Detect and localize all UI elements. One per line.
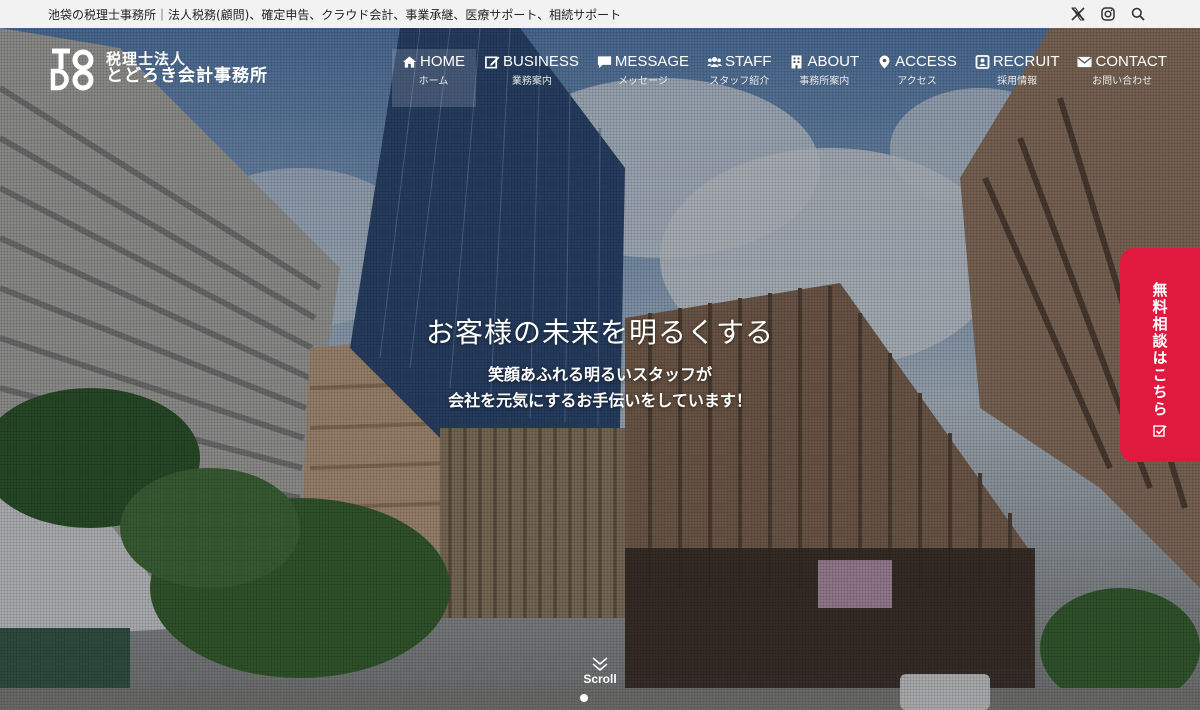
- envelope-icon: [1077, 56, 1093, 67]
- nav-home-label: HOME: [420, 53, 465, 70]
- hero-subtitle-line2: 会社を元気にするお手伝いをしています！: [448, 391, 752, 410]
- nav-home-sublabel: ホーム: [418, 76, 449, 87]
- nav-recruit-label: RECRUIT: [992, 53, 1060, 70]
- scroll-indicator[interactable]: Scroll: [572, 656, 628, 686]
- nav-recruit-sublabel: 採用情報: [997, 76, 1038, 87]
- nav-message[interactable]: MESSAGE メッセージ: [588, 49, 698, 107]
- nav-message-label: MESSAGE: [614, 53, 690, 70]
- map-pin-icon: [879, 55, 890, 68]
- nav-business[interactable]: BUSINESS 業務案内: [476, 49, 588, 107]
- nav-staff[interactable]: STAFF スタッフ紹介: [698, 49, 780, 107]
- nav-access-label: ACCESS: [895, 53, 957, 70]
- nav-home[interactable]: HOME ホーム: [392, 49, 476, 107]
- home-icon: [402, 55, 417, 68]
- todo-logo-mark: [50, 48, 94, 91]
- nav-staff-sublabel: スタッフ紹介: [709, 76, 770, 87]
- nav-contact[interactable]: CONTACT お問い合わせ: [1068, 49, 1175, 107]
- x-icon[interactable]: [1070, 6, 1086, 22]
- nav-contact-label: CONTACT: [1095, 53, 1167, 70]
- check-square-icon: [1153, 425, 1167, 437]
- social-icons: [1070, 6, 1146, 22]
- scroll-label: Scroll: [583, 672, 617, 686]
- hero-subtitle-line1: 笑顔あふれる明るいスタッフが: [487, 365, 712, 384]
- nav-staff-label: STAFF: [725, 53, 772, 70]
- users-icon: [707, 56, 723, 67]
- nav-about-sublabel: 事務所案内: [799, 76, 850, 87]
- site-logo[interactable]: 税理士法人 とどろき会計事務所: [50, 47, 268, 91]
- slider-pager-dot[interactable]: [580, 694, 588, 702]
- top-info-bar: 池袋の税理士事務所｜法人税務(顧問)、確定申告、クラウド会計、事業承継、医療サポ…: [0, 0, 1200, 28]
- free-consultation-button[interactable]: 無料相談はこちら: [1120, 248, 1200, 462]
- nav-business-sublabel: 業務案内: [511, 76, 552, 87]
- free-consultation-label: 無料相談はこちら: [1150, 282, 1169, 418]
- chevron-down-icon: [592, 657, 608, 672]
- building-icon: [791, 55, 802, 68]
- nav-business-label: BUSINESS: [503, 53, 579, 70]
- nav-message-sublabel: メッセージ: [618, 76, 668, 87]
- logo-line2: とどろき会計事務所: [106, 65, 268, 86]
- search-icon[interactable]: [1130, 6, 1146, 22]
- topbar-tagline: 池袋の税理士事務所｜法人税務(顧問)、確定申告、クラウド会計、事業承継、医療サポ…: [48, 7, 622, 22]
- nav-about[interactable]: ABOUT 事務所案内: [780, 49, 868, 107]
- nav-access[interactable]: ACCESS アクセス: [868, 49, 966, 107]
- main-nav: HOME ホーム BUSINESS 業務案内 MESSAGE メッセージ STA…: [392, 49, 1176, 107]
- nav-recruit[interactable]: RECRUIT 採用情報: [966, 49, 1069, 107]
- instagram-icon[interactable]: [1100, 6, 1116, 22]
- nav-about-label: ABOUT: [807, 53, 860, 70]
- logo-text: 税理士法人 とどろき会計事務所: [106, 51, 268, 86]
- nav-contact-sublabel: お問い合わせ: [1092, 76, 1153, 87]
- hero-subtitle: 笑顔あふれる明るいスタッフが 会社を元気にするお手伝いをしています！: [0, 362, 1200, 414]
- nav-access-sublabel: アクセス: [897, 76, 937, 87]
- speech-bubble-icon: [597, 55, 611, 68]
- hero-section: 税理士法人 とどろき会計事務所 HOME ホーム BUSINESS 業務案内 M…: [0, 28, 1200, 710]
- id-card-icon: [975, 54, 990, 69]
- edit-icon: [485, 55, 500, 68]
- hero-title: お客様の未来を明るくする: [425, 316, 774, 349]
